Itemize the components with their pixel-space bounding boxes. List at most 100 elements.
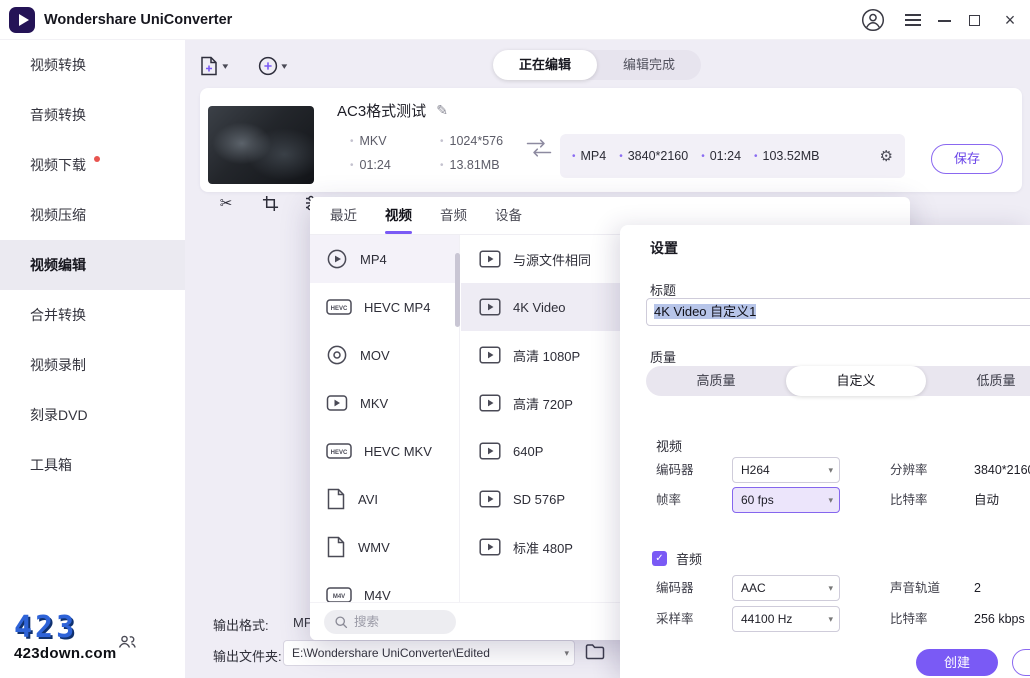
- format-item-hevc-mp4[interactable]: HEVC HEVC MP4: [310, 283, 459, 331]
- output-summary: • MP4 • 3840*2160 • 01:24 • 103.52MB ⚙: [560, 134, 905, 178]
- sidebar-item-toolbox[interactable]: 工具箱: [0, 440, 185, 490]
- sidebar-item-label: 刻录DVD: [30, 407, 88, 423]
- output-settings-gear-icon[interactable]: ⚙: [880, 147, 893, 165]
- sidebar-item-merge-convert[interactable]: 合并转换: [0, 290, 185, 340]
- encoder-label: 编码器: [656, 457, 694, 483]
- maximize-button[interactable]: [969, 15, 980, 26]
- audio-encoder-row: 编码器 AAC ▾ 声音轨道 2: [656, 575, 1030, 601]
- settings-panel: 设置 标题 4K Video 自定义1 质量 高质量 自定义 低质量 视频 编码…: [620, 225, 1030, 678]
- multi-user-icon[interactable]: [118, 634, 136, 650]
- search-box[interactable]: [324, 610, 456, 634]
- bitrate-label: 比特率: [890, 487, 928, 513]
- format-label: HEVC MP4: [364, 300, 430, 315]
- account-avatar-button[interactable]: [861, 8, 885, 32]
- framerate-value: 60 fps: [741, 493, 774, 507]
- tab-recent[interactable]: 最近: [316, 197, 371, 234]
- sidebar: 视频转换 音频转换 视频下载 视频压缩 视频编辑 合并转换 视频录制 刻录DVD…: [0, 40, 185, 678]
- samplerate-label: 采样率: [656, 606, 694, 632]
- output-format: • MP4: [572, 149, 606, 163]
- format-item-mp4[interactable]: MP4: [310, 235, 459, 283]
- title-input[interactable]: 4K Video 自定义1: [646, 298, 1030, 326]
- bitrate-value[interactable]: 自动: [974, 487, 999, 513]
- sidebar-item-burn-dvd[interactable]: 刻录DVD: [0, 390, 185, 440]
- confirm-button-partial[interactable]: [1012, 649, 1030, 676]
- mkv-icon: [326, 393, 348, 413]
- edit-state-tabs: 正在编辑 编辑完成: [493, 50, 701, 80]
- format-item-hevc-mkv[interactable]: HEVC HEVC MKV: [310, 427, 459, 475]
- notification-dot-badge: [94, 156, 100, 162]
- source-resolution-value: 1024*576: [450, 134, 504, 148]
- format-item-avi[interactable]: AVI: [310, 475, 459, 523]
- resolution-label: 分辨率: [890, 457, 928, 483]
- encoder-select[interactable]: H264 ▾: [732, 457, 840, 483]
- chevron-down-icon: ▾: [828, 607, 833, 631]
- output-size: • 103.52MB: [754, 149, 820, 163]
- crop-icon[interactable]: [259, 192, 281, 214]
- tab-device[interactable]: 设备: [481, 197, 536, 234]
- add-file-button[interactable]: ▾: [198, 52, 228, 80]
- output-folder-input[interactable]: E:\Wondershare UniConverter\Edited ▾: [283, 640, 575, 666]
- sidebar-item-video-compress[interactable]: 视频压缩: [0, 190, 185, 240]
- output-folder-label: 输出文件夹:: [213, 646, 282, 665]
- sidebar-item-screen-record[interactable]: 视频录制: [0, 340, 185, 390]
- video-encoder-row: 编码器 H264 ▾ 分辨率 3840*2160: [656, 457, 1030, 483]
- tab-editing[interactable]: 正在编辑: [493, 50, 597, 80]
- audio-checkbox[interactable]: ✓: [652, 551, 667, 566]
- framerate-select[interactable]: 60 fps ▾: [732, 487, 840, 513]
- video-section-label: 视频: [656, 436, 682, 455]
- source-size-value: 13.81MB: [450, 158, 500, 172]
- audio-bitrate-value[interactable]: 256 kbps: [974, 606, 1025, 632]
- add-file-icon: [198, 55, 220, 77]
- sidebar-item-label: 音频转换: [30, 107, 86, 123]
- resolution-value[interactable]: 3840*2160: [974, 457, 1030, 483]
- source-format-value: MKV: [360, 134, 387, 148]
- add-url-icon: [257, 55, 279, 77]
- format-item-mov[interactable]: MOV: [310, 331, 459, 379]
- svg-text:HEVC: HEVC: [331, 306, 348, 312]
- audio-encoder-select[interactable]: AAC ▾: [732, 575, 840, 601]
- audio-section-header: ✓ 音频: [652, 549, 702, 568]
- save-button[interactable]: 保存: [931, 144, 1003, 174]
- wmv-icon: [326, 536, 346, 558]
- format-list: MP4 HEVC HEVC MP4 MOV: [310, 235, 460, 612]
- sidebar-item-audio-convert[interactable]: 音频转换: [0, 90, 185, 140]
- app-window: Wondershare UniConverter × 视频转换 音频转换 视频下…: [0, 0, 1030, 678]
- sidebar-item-video-download[interactable]: 视频下载: [0, 140, 185, 190]
- channels-value[interactable]: 2: [974, 575, 981, 601]
- quality-option-custom[interactable]: 自定义: [786, 366, 926, 396]
- logo-play-icon: [19, 14, 29, 26]
- mp4-icon: [326, 248, 348, 270]
- resolution-label: 与源文件相同: [513, 250, 591, 269]
- tab-audio[interactable]: 音频: [426, 197, 481, 234]
- samplerate-select[interactable]: 44100 Hz ▾: [732, 606, 840, 632]
- menu-icon[interactable]: [905, 19, 921, 21]
- tab-video[interactable]: 视频: [371, 197, 426, 234]
- video-preset-icon: [479, 394, 501, 412]
- minimize-button[interactable]: [938, 20, 951, 22]
- format-item-wmv[interactable]: WMV: [310, 523, 459, 571]
- add-options-button[interactable]: ▾: [257, 52, 287, 80]
- quality-option-low[interactable]: 低质量: [926, 366, 1030, 396]
- close-button[interactable]: ×: [997, 0, 1023, 40]
- source-duration-value: 01:24: [360, 158, 391, 172]
- format-label: AVI: [358, 492, 378, 507]
- sidebar-item-video-edit[interactable]: 视频编辑: [0, 240, 185, 290]
- format-label: MKV: [360, 396, 388, 411]
- settings-title: 设置: [650, 238, 678, 258]
- video-thumbnail[interactable]: [208, 106, 314, 184]
- avi-icon: [326, 488, 346, 510]
- format-list-scrollbar[interactable]: [455, 253, 460, 327]
- quality-option-high[interactable]: 高质量: [646, 366, 786, 396]
- search-input[interactable]: [354, 615, 438, 629]
- trim-scissors-icon[interactable]: ✂: [215, 192, 237, 214]
- tab-finished[interactable]: 编辑完成: [597, 50, 701, 80]
- output-resolution-value: 3840*2160: [628, 149, 688, 163]
- resolution-label: 高清 720P: [513, 394, 573, 413]
- sidebar-item-video-convert[interactable]: 视频转换: [0, 40, 185, 90]
- create-button[interactable]: 创建: [916, 649, 998, 676]
- browse-folder-button[interactable]: [585, 642, 605, 660]
- format-item-mkv[interactable]: MKV: [310, 379, 459, 427]
- watermark-logo-text: 423: [14, 613, 117, 643]
- rename-pencil-icon[interactable]: ✎: [436, 102, 448, 119]
- format-label: WMV: [358, 540, 390, 555]
